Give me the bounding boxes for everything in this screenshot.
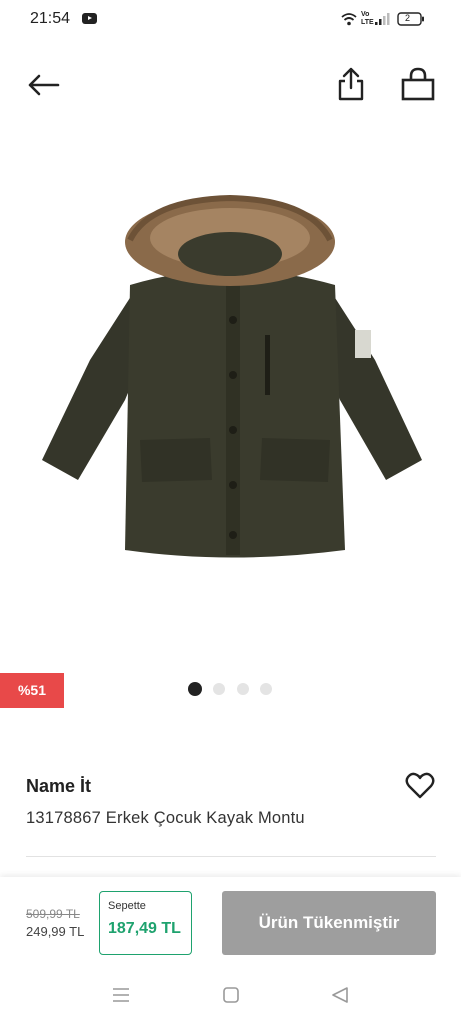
battery-level: 2 [405, 13, 411, 23]
youtube-notification-icon [82, 13, 97, 24]
basket-price: 187,49 TL [108, 920, 181, 937]
purchase-bar: 509,99 TL 249,99 TL Sepette 187,49 TL Ür… [0, 877, 461, 967]
arrow-left-icon [28, 74, 60, 96]
system-nav-bar [0, 967, 461, 1024]
battery-icon [397, 12, 424, 26]
back-triangle-icon [332, 987, 348, 1003]
shopping-bag-icon [401, 67, 435, 101]
top-bar [0, 60, 461, 112]
pager-dot-1[interactable] [188, 682, 202, 696]
signal-icon [375, 13, 390, 25]
heart-icon [405, 772, 435, 799]
old-price: 509,99 TL [26, 907, 80, 921]
menu-nav-button[interactable] [112, 987, 130, 1008]
product-image[interactable] [30, 180, 430, 580]
share-button[interactable] [336, 66, 366, 102]
sold-out-button[interactable]: Ürün Tükenmiştir [222, 891, 436, 955]
pager-dot-4[interactable] [260, 683, 272, 695]
pager-dot-2[interactable] [213, 683, 225, 695]
back-nav-button[interactable] [331, 987, 349, 1008]
current-price: 249,99 TL [26, 924, 85, 939]
basket-price-box: Sepette 187,49 TL [99, 891, 192, 955]
status-icons: Vo LTE 2 [341, 9, 431, 31]
network-type-label: Vo LTE [361, 11, 374, 26]
pager-dot-3[interactable] [237, 683, 249, 695]
wifi-icon [341, 13, 357, 26]
menu-icon [113, 988, 129, 1002]
share-icon [338, 67, 364, 101]
status-time: 21:54 [30, 10, 71, 27]
product-brand[interactable]: Name İt [26, 776, 91, 797]
jacket-illustration [42, 194, 422, 558]
discount-badge: %51 [0, 673, 64, 708]
back-button[interactable] [26, 72, 62, 100]
status-bar: 21:54 Vo LTE 2 [0, 0, 461, 40]
favorite-button[interactable] [405, 772, 435, 805]
home-square-icon [223, 987, 239, 1003]
basket-price-label: Sepette [108, 900, 146, 912]
home-nav-button[interactable] [222, 987, 240, 1008]
divider [26, 856, 436, 857]
product-title: 13178867 Erkek Çocuk Kayak Montu [26, 809, 305, 827]
cart-button[interactable] [400, 66, 436, 102]
